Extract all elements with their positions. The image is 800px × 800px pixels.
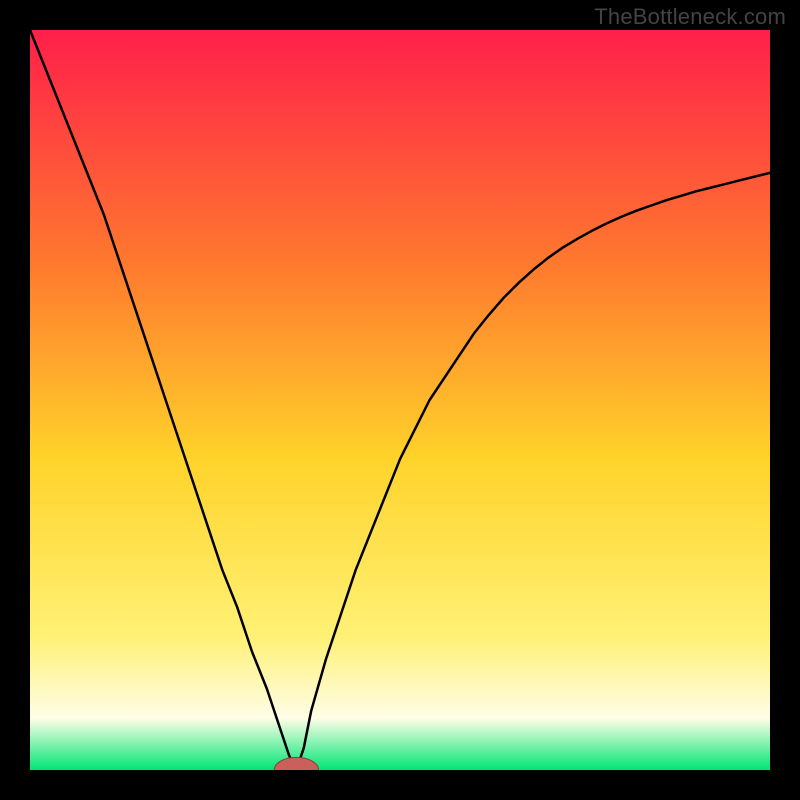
gradient-background (30, 30, 770, 770)
chart-container: TheBottleneck.com (0, 0, 800, 800)
bottleneck-chart (30, 30, 770, 770)
chart-svg (30, 30, 770, 770)
watermark-text: TheBottleneck.com (594, 4, 786, 30)
